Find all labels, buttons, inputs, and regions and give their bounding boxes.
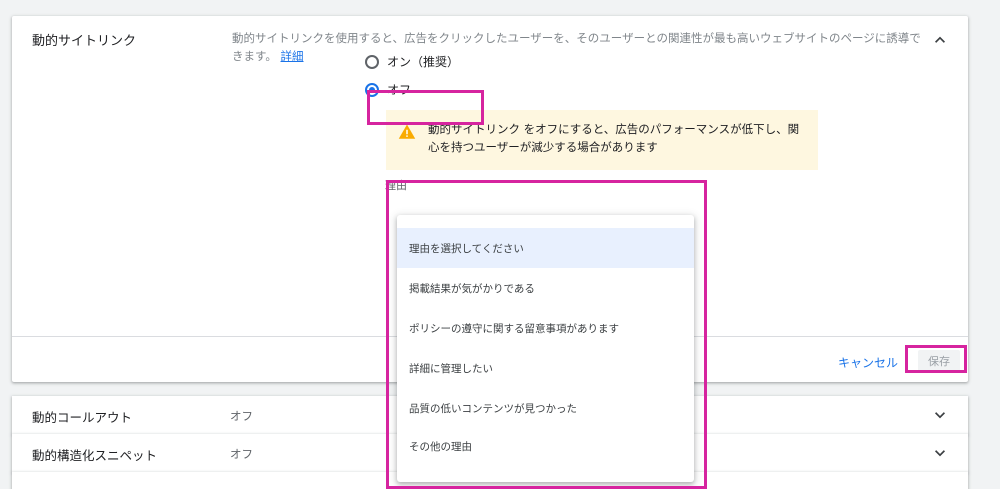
row-title: 動的構造化スニペット — [32, 448, 158, 463]
chevron-down-icon[interactable] — [930, 405, 950, 425]
row-value: オフ — [230, 447, 253, 461]
settings-page: 動的サイトリンク 動的サイトリンクを使用すると、広告をクリックしたユーザーを、そ… — [0, 0, 1000, 489]
reason-label: 理由 — [385, 179, 407, 192]
radio-label-off: オフ — [387, 83, 412, 97]
warning-banner: 動的サイトリンク をオフにすると、広告のパフォーマンスが低下し、関心を持つユーザ… — [386, 110, 818, 170]
details-link[interactable]: 詳細 — [281, 49, 304, 63]
row-title: 動的コールアウト — [32, 410, 133, 425]
radio-label-on: オン（推奨） — [387, 55, 460, 69]
section-description: 動的サイトリンクを使用すると、広告をクリックしたユーザーを、そのユーザーとの関連… — [232, 29, 922, 65]
save-button[interactable]: 保存 — [918, 350, 960, 372]
dropdown-item[interactable]: 詳細に管理したい — [397, 348, 694, 388]
radio-button[interactable] — [365, 54, 379, 69]
radio-option-off[interactable]: オフ — [365, 81, 411, 98]
description-text: 動的サイトリンクを使用すると、広告をクリックしたユーザーを、そのユーザーとの関連… — [232, 31, 921, 63]
cancel-button[interactable]: キャンセル — [838, 354, 898, 371]
warning-icon — [398, 124, 416, 139]
dropdown-item[interactable]: ポリシーの遵守に関する留意事項があります — [397, 308, 694, 348]
row-value: オフ — [230, 409, 253, 423]
dropdown-item[interactable]: 品質の低いコンテンツが見つかった — [397, 388, 694, 428]
dropdown-item[interactable]: 掲載結果が気がかりである — [397, 268, 694, 308]
chevron-up-icon[interactable] — [930, 30, 950, 50]
warning-text: 動的サイトリンク をオフにすると、広告のパフォーマンスが低下し、関心を持つユーザ… — [428, 122, 800, 154]
section-title: 動的サイトリンク — [32, 34, 137, 49]
chevron-down-icon[interactable] — [930, 443, 950, 463]
radio-option-on[interactable]: オン（推奨） — [365, 53, 459, 70]
reason-dropdown-menu[interactable]: 理由を選択してください 掲載結果が気がかりである ポリシーの遵守に関する留意事項… — [397, 215, 694, 482]
dropdown-item-placeholder[interactable]: 理由を選択してください — [397, 228, 694, 268]
dropdown-item[interactable]: その他の理由 — [397, 426, 694, 466]
radio-button-checked[interactable] — [365, 82, 379, 97]
